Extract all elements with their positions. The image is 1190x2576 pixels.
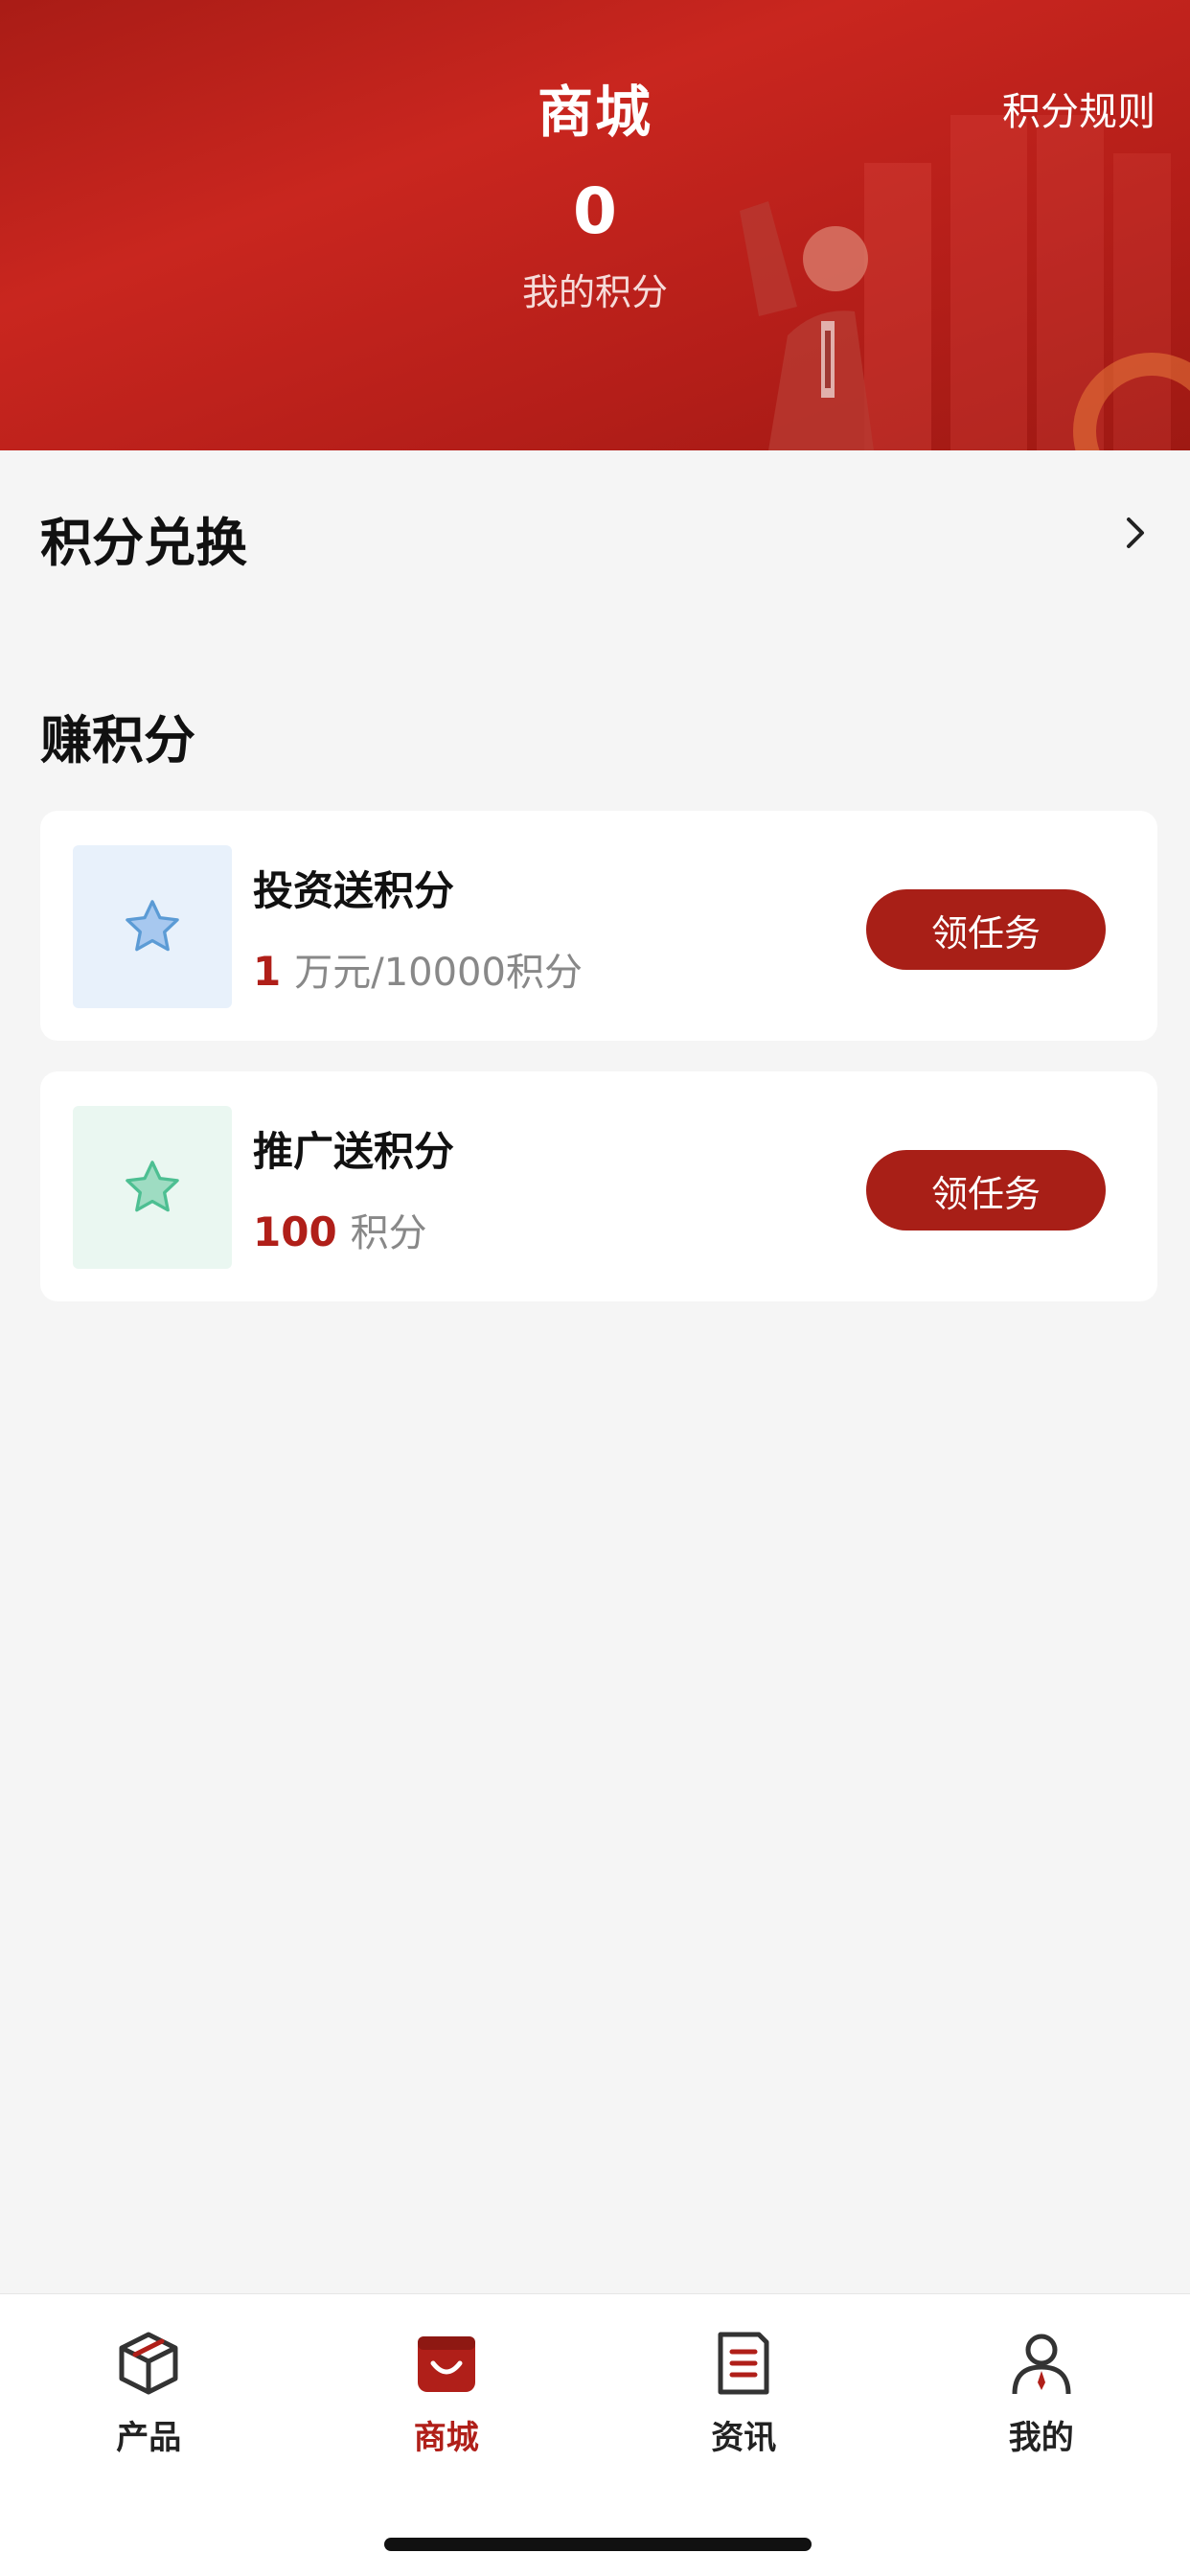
task-icon-box [73, 1106, 232, 1269]
tab-news[interactable]: 资讯 [595, 2294, 893, 2472]
task-card-invest: 投资送积分 1 万元/10000积分 领任务 [40, 811, 1157, 1041]
points-exchange-row[interactable]: 积分兑换 [0, 450, 1190, 613]
bottom-tab-bar: 产品 商城 资讯 我的 [0, 2293, 1190, 2472]
task-name: 推广送积分 [253, 1128, 455, 1175]
tab-shop[interactable]: 商城 [298, 2294, 596, 2472]
cube-icon [119, 2332, 178, 2395]
task-icon-box [73, 845, 232, 1008]
tab-label: 产品 [116, 2419, 182, 2457]
task-name: 投资送积分 [253, 867, 455, 914]
reward-unit: 积分 [350, 1211, 427, 1255]
news-icon [718, 2332, 769, 2395]
shop-bag-icon [417, 2336, 475, 2392]
user-icon [1012, 2334, 1071, 2395]
claim-task-button[interactable]: 领任务 [866, 1150, 1106, 1230]
star-icon [126, 900, 179, 952]
tab-label: 资讯 [711, 2419, 777, 2457]
task-card-promote: 推广送积分 100 积分 领任务 [40, 1071, 1157, 1301]
points-exchange-title: 积分兑换 [40, 513, 247, 573]
task-reward: 1 万元/10000积分 [253, 941, 583, 997]
star-icon [126, 1161, 179, 1212]
home-indicator-area [0, 2471, 1190, 2576]
reward-unit: 万元/10000积分 [294, 951, 583, 995]
my-points-value: 0 [573, 174, 617, 248]
task-reward: 100 积分 [253, 1202, 427, 1257]
claim-task-button[interactable]: 领任务 [866, 889, 1106, 970]
reward-value: 100 [253, 1208, 337, 1255]
my-points-label: 我的积分 [521, 271, 668, 313]
tab-mine[interactable]: 我的 [893, 2294, 1190, 2472]
home-indicator[interactable] [384, 2538, 812, 2551]
earn-points-title: 赚积分 [40, 710, 195, 770]
header-banner: 商城 积分规则 0 我的积分 [0, 0, 1190, 450]
points-rules-link[interactable]: 积分规则 [1002, 80, 1156, 136]
tab-label: 我的 [1008, 2419, 1074, 2457]
chevron-right-icon [1127, 518, 1144, 548]
tab-label: 商城 [413, 2419, 479, 2457]
tab-products[interactable]: 产品 [0, 2294, 298, 2472]
reward-value: 1 [253, 948, 282, 995]
